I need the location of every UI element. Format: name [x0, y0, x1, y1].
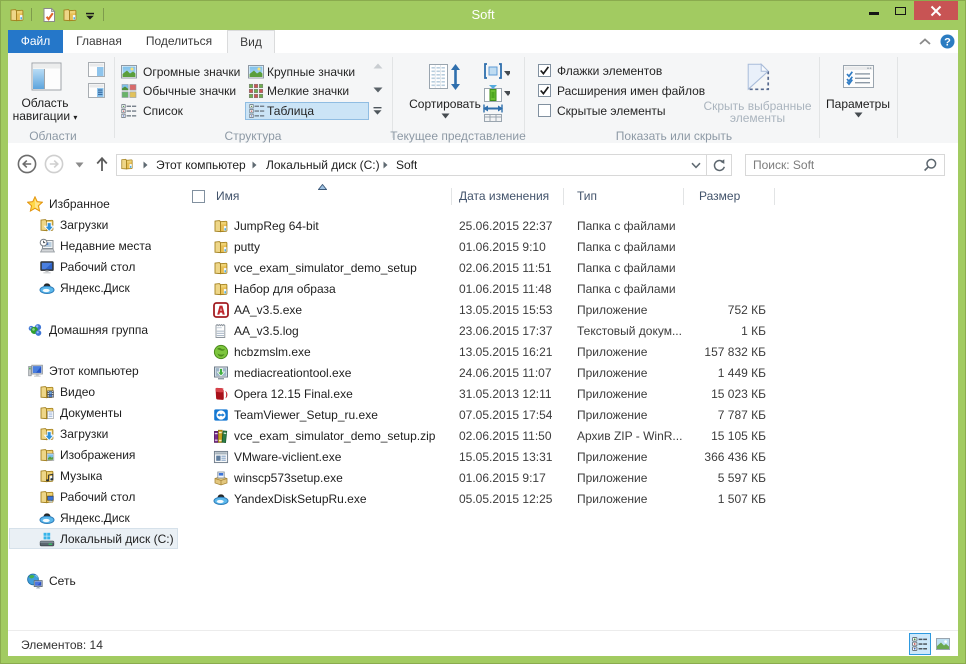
- svg-text:?: ?: [944, 36, 951, 48]
